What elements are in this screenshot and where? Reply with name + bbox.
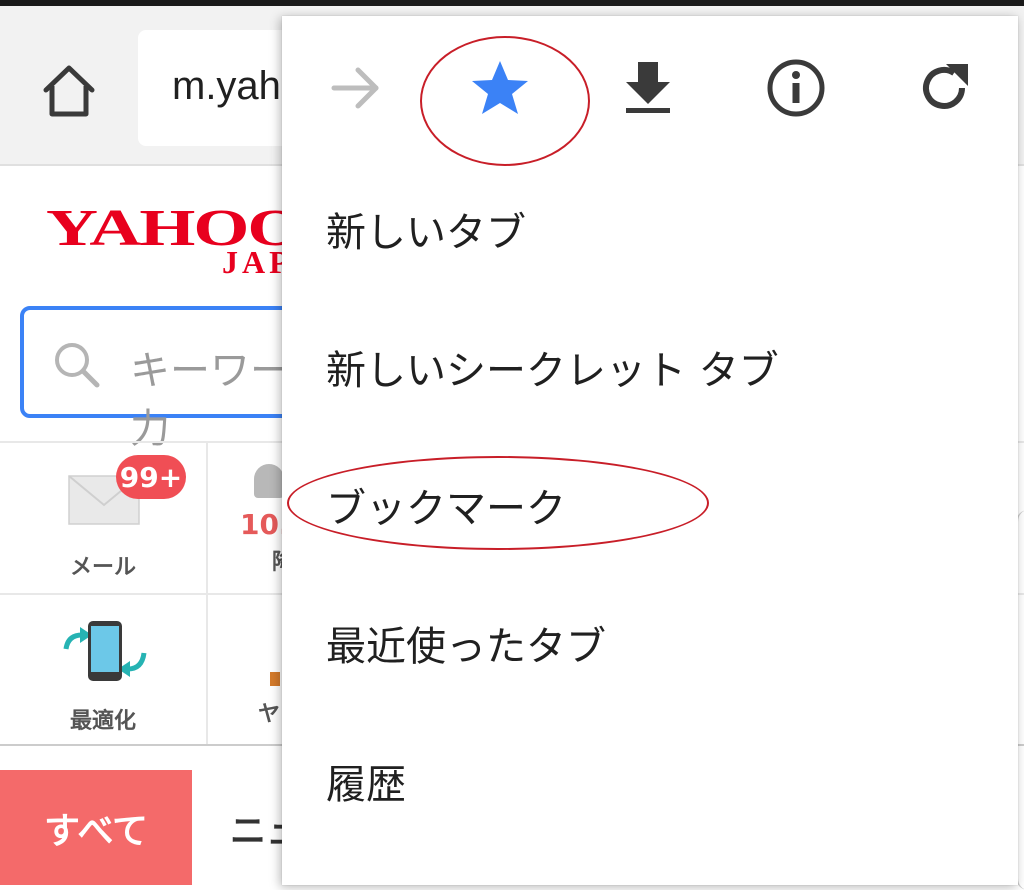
info-icon — [767, 59, 825, 117]
menu-item-recent-tabs[interactable]: 最近使ったタブ — [326, 614, 606, 672]
tile-label: 最適化 — [69, 709, 136, 734]
tile-mail[interactable]: 99+ メール — [0, 443, 206, 593]
home-icon — [43, 65, 95, 117]
bookmark-star-icon — [472, 61, 528, 114]
page-info-button[interactable] — [760, 52, 832, 124]
tile-icon — [270, 672, 280, 686]
bookmark-button[interactable] — [464, 52, 536, 124]
browser-menu: 新しいタブ 新しいシークレット タブ ブックマーク 最近使ったタブ 履歴 — [282, 16, 1018, 885]
yahoo-logo[interactable]: YAHOO! JAPAN — [46, 198, 306, 278]
tile-label: ヤ — [258, 702, 281, 727]
download-button[interactable] — [612, 52, 684, 124]
weather-icon — [254, 464, 284, 498]
download-icon — [626, 62, 670, 113]
menu-item-new-incognito-tab[interactable]: 新しいシークレット タブ — [326, 338, 779, 396]
tab-all[interactable]: すべて — [0, 770, 192, 885]
home-button[interactable] — [36, 58, 102, 124]
phone-optimize-icon — [63, 621, 147, 681]
reload-button[interactable] — [908, 52, 980, 124]
forward-button[interactable] — [320, 52, 392, 124]
menu-item-new-tab[interactable]: 新しいタブ — [326, 200, 526, 258]
reload-icon — [923, 64, 968, 109]
menu-icon-row — [282, 16, 1018, 164]
tile-optimize[interactable]: 最適化 — [0, 595, 206, 745]
divider — [206, 443, 208, 746]
forward-icon — [331, 67, 379, 109]
menu-item-bookmarks[interactable]: ブックマーク — [326, 476, 566, 534]
menu-item-history[interactable]: 履歴 — [326, 752, 406, 810]
tile-label: メール — [69, 555, 136, 580]
unread-badge: 99+ — [116, 455, 186, 499]
search-icon — [55, 343, 100, 388]
